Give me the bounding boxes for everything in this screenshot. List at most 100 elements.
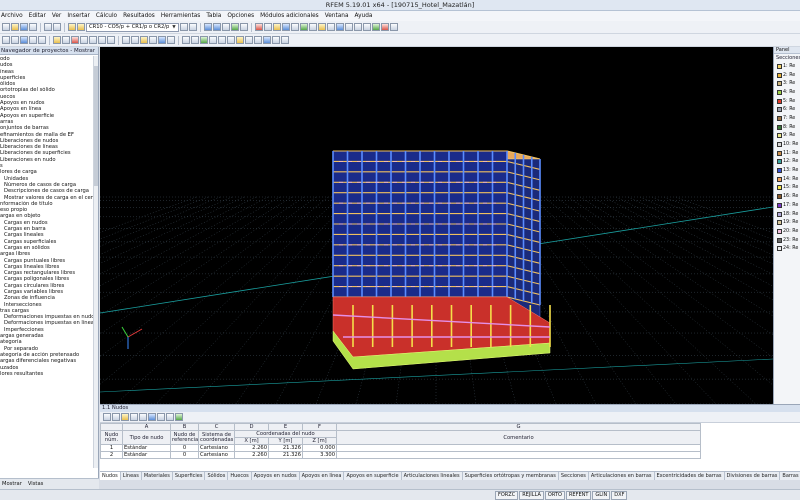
- save-icon[interactable]: [20, 23, 28, 31]
- cell-y[interactable]: 21.326: [268, 451, 303, 459]
- tool-l-icon[interactable]: [281, 36, 289, 44]
- tab-4[interactable]: Sólidos: [205, 472, 229, 480]
- cell-comentario[interactable]: [336, 451, 701, 459]
- results-icon[interactable]: [77, 23, 85, 31]
- section-legend-item[interactable]: 10: Re: [774, 140, 800, 149]
- cell-ref[interactable]: 0: [170, 444, 199, 452]
- tool-j-icon[interactable]: [263, 36, 271, 44]
- table-import-icon[interactable]: [166, 413, 174, 421]
- tab-15[interactable]: Barras: [780, 472, 800, 480]
- section-legend-item[interactable]: 9: Re: [774, 132, 800, 141]
- measure-icon[interactable]: [317, 23, 326, 31]
- dxf-icon[interactable]: [140, 36, 148, 44]
- section-legend-item[interactable]: 16: Re: [774, 192, 800, 201]
- status-button-glin[interactable]: GLIN: [592, 491, 611, 500]
- zoom-icon[interactable]: [212, 23, 221, 31]
- tool-c-icon[interactable]: [200, 36, 208, 44]
- tool-g-icon[interactable]: [236, 36, 244, 44]
- tab-vistas[interactable]: Vistas: [28, 479, 44, 489]
- pan-icon[interactable]: [239, 23, 248, 31]
- calculate-icon[interactable]: [68, 23, 76, 31]
- solid-body-icon[interactable]: [38, 36, 46, 44]
- cell-num[interactable]: 2: [100, 451, 123, 459]
- select-icon[interactable]: [254, 23, 263, 31]
- ortho-icon[interactable]: [131, 36, 139, 44]
- tab-10[interactable]: Superficies ortótropas y membranas: [463, 472, 559, 480]
- menu-herramientas[interactable]: Herramientas: [161, 13, 201, 19]
- load-combination-select[interactable]: CR10 - CO5/p + CR1/p o CR2/p ▼: [86, 22, 179, 32]
- menu-tabla[interactable]: Tabla: [206, 13, 221, 19]
- section-legend-item[interactable]: 11: Re: [774, 149, 800, 158]
- cell-comentario[interactable]: [336, 444, 701, 452]
- menu-resultados[interactable]: Resultados: [123, 13, 155, 19]
- previous-icon[interactable]: [179, 23, 188, 31]
- tab-3[interactable]: Superficies: [173, 472, 206, 480]
- menu-ayuda[interactable]: Ayuda: [355, 13, 373, 19]
- support-icon[interactable]: [53, 36, 61, 44]
- section-legend-item[interactable]: 13: Re: [774, 166, 800, 175]
- open-folder-icon[interactable]: [11, 23, 19, 31]
- snap-icon[interactable]: [122, 36, 130, 44]
- tab-6[interactable]: Apoyos en nudos: [252, 472, 300, 480]
- 3d-model-viewport[interactable]: [100, 47, 773, 404]
- section-legend-item[interactable]: 24: Re: [774, 244, 800, 253]
- section-legend-item[interactable]: 12: Re: [774, 158, 800, 167]
- cell-z[interactable]: 0.000: [302, 444, 337, 452]
- copy-icon[interactable]: [80, 36, 88, 44]
- section-legend-item[interactable]: 19: Re: [774, 218, 800, 227]
- section-legend-item[interactable]: 8: Re: [774, 123, 800, 132]
- table-select-icon[interactable]: [148, 413, 156, 421]
- node-icon[interactable]: [2, 36, 10, 44]
- section-legend-item[interactable]: 7: Re: [774, 114, 800, 123]
- section-legend-item[interactable]: 23: Re: [774, 236, 800, 245]
- table-icon[interactable]: [158, 36, 166, 44]
- section-legend-item[interactable]: 15: Re: [774, 184, 800, 193]
- menu-calculo[interactable]: Cálculo: [96, 13, 117, 19]
- status-button-forzc[interactable]: FORZC: [495, 491, 519, 500]
- tab-0[interactable]: Nudos: [100, 472, 121, 480]
- section-legend-item[interactable]: 1: Re: [774, 62, 800, 71]
- building-model[interactable]: [100, 47, 773, 404]
- load-icon[interactable]: [71, 36, 79, 44]
- line-icon[interactable]: [11, 36, 19, 44]
- settings-icon[interactable]: [389, 23, 398, 31]
- section-legend-item[interactable]: 18: Re: [774, 210, 800, 219]
- render-icon[interactable]: [263, 23, 272, 31]
- tab-9[interactable]: Articulaciones lineales: [402, 472, 463, 480]
- side-view-icon[interactable]: [362, 23, 371, 31]
- tab-5[interactable]: Huecos: [228, 472, 252, 480]
- table-next-icon[interactable]: [112, 413, 120, 421]
- section-legend-item[interactable]: 2: Re: [774, 71, 800, 80]
- navigator-item[interactable]: Deformaciones impuestas en línea: [0, 320, 98, 326]
- display-icon[interactable]: [308, 23, 317, 31]
- table-prev-icon[interactable]: [103, 413, 111, 421]
- section-icon[interactable]: [290, 23, 299, 31]
- color-icon[interactable]: [299, 23, 308, 31]
- table-row[interactable]: 1 Estándar 0 Cartesiano 2.260 21.326 0.0…: [100, 444, 701, 452]
- navigator-item[interactable]: lores resultantes: [0, 371, 98, 377]
- cell-num[interactable]: 1: [100, 444, 123, 452]
- tab-8[interactable]: Apoyos en superficie: [344, 472, 402, 480]
- status-button-orto[interactable]: ORTO: [544, 491, 565, 500]
- cell-sistema[interactable]: Cartesiano: [198, 451, 235, 459]
- tool-b-icon[interactable]: [191, 36, 199, 44]
- table-export-icon[interactable]: [157, 413, 165, 421]
- tool-f-icon[interactable]: [227, 36, 235, 44]
- tool-a-icon[interactable]: [182, 36, 190, 44]
- navigator-item[interactable]: Descripciones de casos de carga: [0, 188, 98, 194]
- cell-tipo[interactable]: Estándar: [122, 444, 171, 452]
- menu-ventana[interactable]: Ventana: [325, 13, 349, 19]
- scrollbar-thumb[interactable]: [94, 66, 98, 186]
- move-icon[interactable]: [89, 36, 97, 44]
- tab-13[interactable]: Excentricidades de barras: [655, 472, 725, 480]
- section-legend-item[interactable]: 3: Re: [774, 79, 800, 88]
- redo-icon[interactable]: [53, 23, 61, 31]
- new-file-icon[interactable]: [2, 23, 10, 31]
- section-legend-item[interactable]: 5: Re: [774, 97, 800, 106]
- cell-ref[interactable]: 0: [170, 451, 199, 459]
- section-legend-item[interactable]: 20: Re: [774, 227, 800, 236]
- check-icon[interactable]: [371, 23, 380, 31]
- zoom-all-icon[interactable]: [221, 23, 230, 31]
- tab-7[interactable]: Apoyos en línea: [300, 472, 345, 480]
- hinge-icon[interactable]: [62, 36, 70, 44]
